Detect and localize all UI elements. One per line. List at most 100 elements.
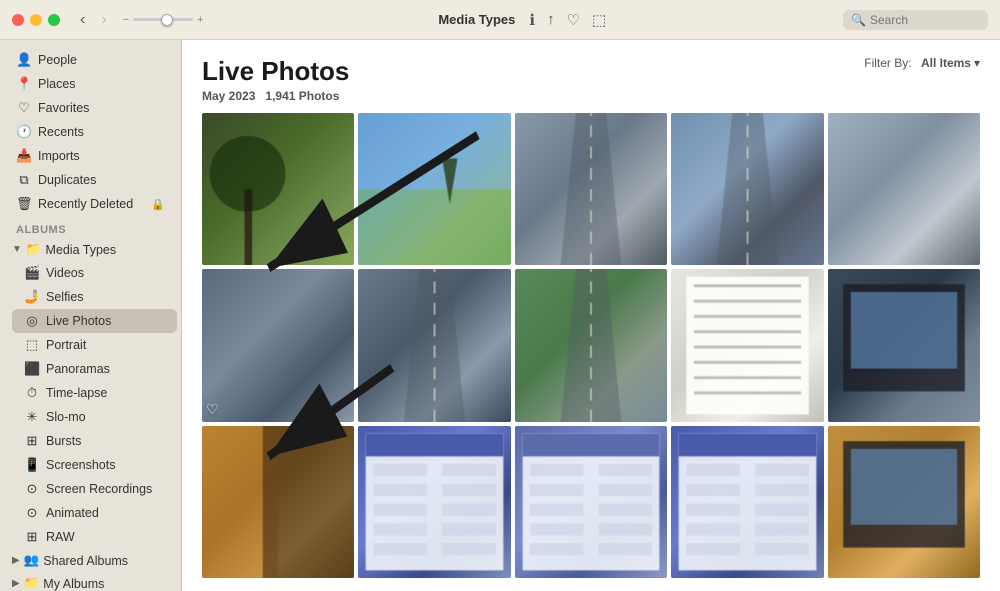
favorites-icon: ♡	[16, 100, 32, 116]
sidebar-item-selfies[interactable]: 🤳 Selfies	[12, 285, 177, 309]
folder-icon: 📁	[26, 242, 42, 257]
my-albums-label: My Albums	[43, 577, 104, 591]
sidebar-item-screenshots[interactable]: 📱 Screenshots	[12, 453, 177, 477]
window-title: Media Types	[438, 12, 515, 27]
title-bar-center: Media Types ℹ ↑ ♡ ⬚	[204, 9, 844, 31]
page-subtitle: May 2023 1,941 Photos	[202, 89, 349, 103]
favorite-button[interactable]: ♡	[565, 9, 582, 31]
sidebar-item-people[interactable]: 👤 People	[4, 48, 177, 72]
photo-cell[interactable]	[358, 113, 510, 265]
close-button[interactable]	[12, 14, 24, 26]
photo-canvas	[515, 113, 667, 265]
sidebar-item-raw[interactable]: ⊞ RAW	[12, 525, 177, 549]
sidebar-item-label: Time-lapse	[46, 386, 107, 400]
videos-icon: 🎬	[24, 265, 40, 281]
sidebar-item-favorites[interactable]: ♡ Favorites	[4, 96, 177, 120]
photo-cell[interactable]	[358, 269, 510, 421]
photo-grid: ♡	[202, 113, 980, 578]
toolbar-icons: ℹ ↑ ♡ ⬚	[527, 9, 608, 31]
photo-cell[interactable]	[515, 113, 667, 265]
my-albums-group[interactable]: ▶ 📁 My Albums	[4, 572, 177, 591]
raw-icon: ⊞	[24, 529, 40, 545]
sidebar-item-time-lapse[interactable]: ⏱ Time-lapse	[12, 381, 177, 405]
photo-cell[interactable]	[671, 113, 823, 265]
sidebar-item-label: Portrait	[46, 338, 86, 352]
fullscreen-button[interactable]	[48, 14, 60, 26]
sidebar-item-videos[interactable]: 🎬 Videos	[12, 261, 177, 285]
sidebar-item-portrait[interactable]: ⬚ Portrait	[12, 333, 177, 357]
photo-canvas	[671, 269, 823, 421]
photo-canvas	[202, 426, 354, 578]
zoom-control: − +	[123, 14, 204, 26]
sidebar-item-screen-recordings[interactable]: ⊙ Screen Recordings	[12, 477, 177, 501]
photo-canvas	[671, 426, 823, 578]
people-icon: 👤	[16, 52, 32, 68]
search-input[interactable]	[870, 13, 980, 27]
photo-canvas	[828, 426, 980, 578]
photo-canvas	[828, 269, 980, 421]
content-area: Live Photos May 2023 1,941 Photos Filter…	[182, 40, 1000, 591]
sidebar-item-label: RAW	[46, 530, 75, 544]
albums-section-label: Albums	[0, 216, 181, 238]
sidebar: 👤 People 📍 Places ♡ Favorites 🕐 Recents …	[0, 40, 182, 591]
photo-canvas	[671, 113, 823, 265]
imports-icon: 📥	[16, 148, 32, 164]
slo-mo-icon: ✳	[24, 409, 40, 425]
sidebar-item-label: Recents	[38, 125, 84, 139]
sidebar-item-panoramas[interactable]: ⬛ Panoramas	[12, 357, 177, 381]
sidebar-item-live-photos[interactable]: ◎ Live Photos	[12, 309, 177, 333]
view-button[interactable]: ⬚	[590, 9, 608, 31]
media-types-group[interactable]: ▼ 📁 Media Types	[4, 238, 177, 261]
info-button[interactable]: ℹ	[527, 9, 537, 31]
bursts-icon: ⊞	[24, 433, 40, 449]
photo-cell[interactable]	[671, 269, 823, 421]
share-button[interactable]: ↑	[545, 9, 557, 30]
shared-albums-label: Shared Albums	[43, 554, 128, 568]
photo-cell[interactable]	[828, 426, 980, 578]
sidebar-item-recently-deleted[interactable]: 🗑 Recently Deleted 🔒	[4, 192, 177, 216]
photo-cell[interactable]	[515, 269, 667, 421]
chevron-down-icon: ▼	[12, 244, 22, 255]
sidebar-item-duplicates[interactable]: ⧉ Duplicates	[4, 168, 177, 192]
photo-canvas	[515, 426, 667, 578]
traffic-lights	[12, 14, 60, 26]
search-bar[interactable]: 🔍	[843, 10, 988, 30]
photo-cell[interactable]	[358, 426, 510, 578]
forward-button[interactable]: ›	[97, 9, 110, 31]
photo-canvas	[202, 113, 354, 265]
favorite-button[interactable]: ♡	[206, 401, 219, 418]
photo-cell[interactable]	[202, 113, 354, 265]
chevron-right-icon2: ▶	[12, 578, 20, 589]
time-lapse-icon: ⏱	[24, 385, 40, 401]
duplicates-icon: ⧉	[16, 172, 32, 188]
filter-button[interactable]: Filter By: All Items ▾	[864, 56, 980, 70]
sidebar-item-slo-mo[interactable]: ✳ Slo-mo	[12, 405, 177, 429]
page-title: Live Photos	[202, 56, 349, 87]
photo-cell[interactable]	[515, 426, 667, 578]
sidebar-item-label: Panoramas	[46, 362, 110, 376]
animated-icon: ⊙	[24, 505, 40, 521]
title-bar: ‹ › − + Media Types ℹ ↑ ♡ ⬚ 🔍	[0, 0, 1000, 40]
sidebar-item-imports[interactable]: 📥 Imports	[4, 144, 177, 168]
photo-canvas	[828, 113, 980, 265]
photo-cell[interactable]: ♡	[202, 269, 354, 421]
photo-cell[interactable]	[671, 426, 823, 578]
photo-canvas	[358, 426, 510, 578]
photo-canvas	[358, 269, 510, 421]
sidebar-item-places[interactable]: 📍 Places	[4, 72, 177, 96]
sidebar-item-label: Favorites	[38, 101, 89, 115]
photo-cell[interactable]	[828, 269, 980, 421]
sidebar-item-animated[interactable]: ⊙ Animated	[12, 501, 177, 525]
shared-albums-group[interactable]: ▶ 👥 Shared Albums	[4, 549, 177, 572]
selfies-icon: 🤳	[24, 289, 40, 305]
minimize-button[interactable]	[30, 14, 42, 26]
sidebar-item-label: Bursts	[46, 434, 81, 448]
sidebar-item-recents[interactable]: 🕐 Recents	[4, 120, 177, 144]
main-layout: 👤 People 📍 Places ♡ Favorites 🕐 Recents …	[0, 40, 1000, 591]
photo-cell[interactable]	[828, 113, 980, 265]
sidebar-item-label: Places	[38, 77, 76, 91]
date-label: May 2023	[202, 89, 255, 103]
sidebar-item-bursts[interactable]: ⊞ Bursts	[12, 429, 177, 453]
back-button[interactable]: ‹	[76, 9, 89, 31]
photo-cell[interactable]	[202, 426, 354, 578]
